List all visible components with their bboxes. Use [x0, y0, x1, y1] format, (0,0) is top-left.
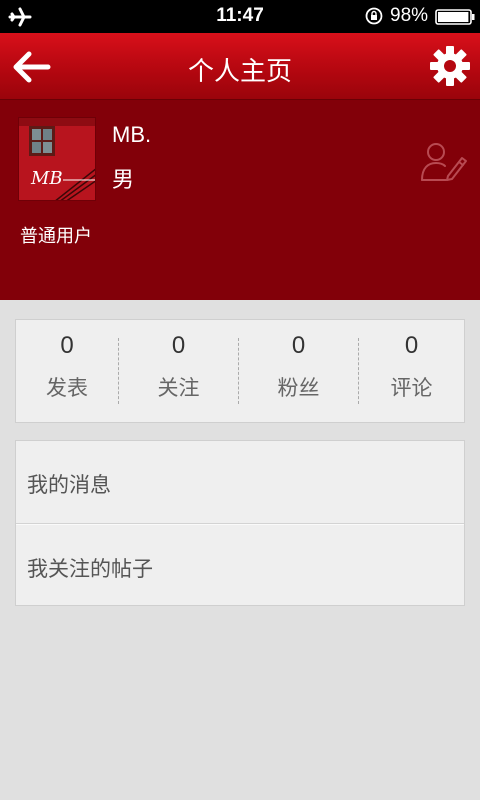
avatar-image: MB [19, 118, 95, 200]
menu-item-label: 我的消息 [27, 473, 111, 497]
avatar[interactable]: MB [18, 117, 96, 201]
stat-following-value: 0 [171, 332, 186, 359]
stat-followers-value: 0 [291, 332, 306, 359]
gender: 男 [112, 168, 135, 193]
gear-icon[interactable] [428, 44, 472, 88]
stat-following-label: 关注 [157, 376, 200, 400]
menu-item-my-messages[interactable]: 我的消息 [16, 441, 464, 523]
stat-comments[interactable]: 0 评论 [359, 320, 464, 422]
stat-following[interactable]: 0 关注 [119, 320, 238, 422]
stat-followers[interactable]: 0 粉丝 [239, 320, 358, 422]
profile-header: MB MB. 男 普通用户 [0, 100, 480, 300]
menu-item-label: 我关注的帖子 [27, 557, 153, 581]
stat-comments-label: 评论 [390, 376, 433, 400]
stat-posts-value: 0 [60, 332, 74, 359]
rotation-lock-icon [365, 7, 383, 25]
stat-posts-label: 发表 [46, 376, 88, 400]
edit-profile-icon[interactable] [418, 136, 468, 186]
stats-card: 0 发表 0 关注 0 粉丝 0 评论 [15, 319, 465, 423]
battery-icon [435, 9, 475, 25]
status-bar: 11:47 98% [0, 0, 480, 33]
stat-posts[interactable]: 0 发表 [16, 320, 118, 422]
menu-item-followed-posts[interactable]: 我关注的帖子 [16, 525, 464, 607]
page-title: 个人主页 [187, 57, 292, 87]
battery-percent: 98% [390, 5, 429, 26]
stat-followers-label: 粉丝 [277, 376, 320, 400]
title-bar: 个人主页 [0, 33, 480, 100]
stat-comments-value: 0 [404, 332, 419, 359]
username: MB. [112, 122, 152, 147]
avatar-initials: MB [30, 168, 63, 189]
user-level: 普通用户 [20, 226, 92, 247]
menu-list: 我的消息 我关注的帖子 [15, 440, 465, 606]
